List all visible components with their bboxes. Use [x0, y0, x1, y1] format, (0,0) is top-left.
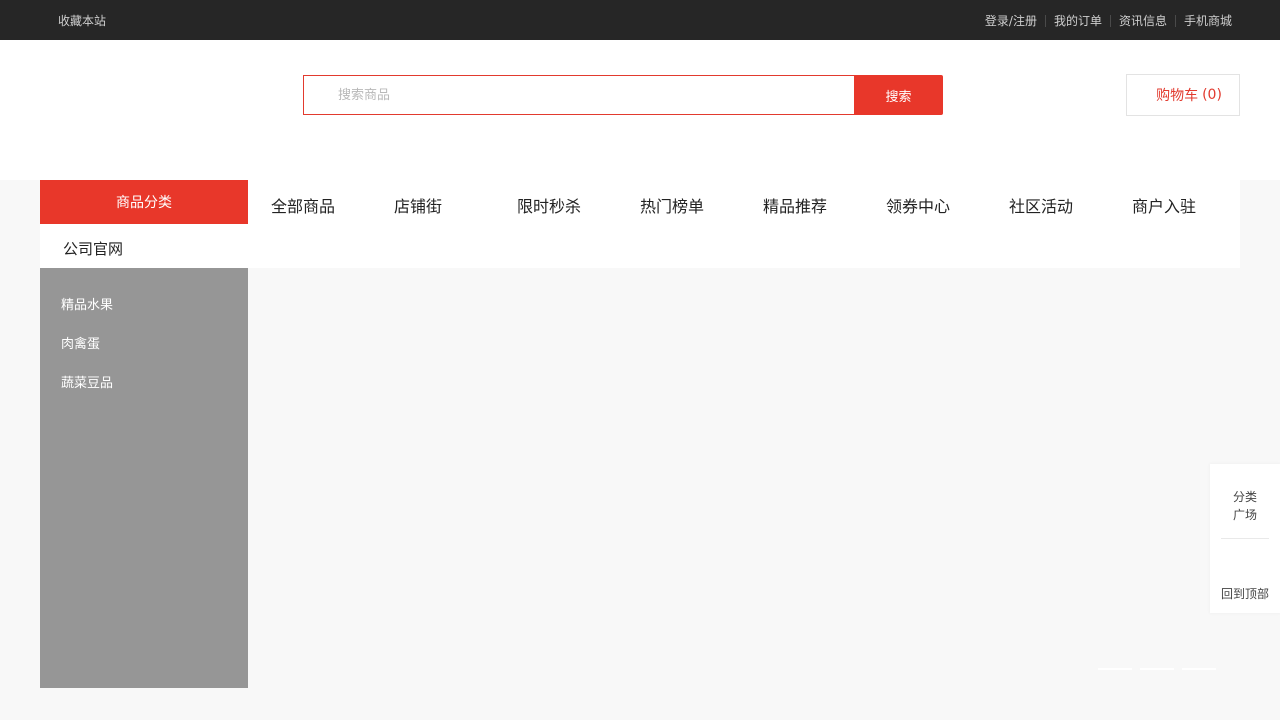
sidebar-item-fruit[interactable]: 精品水果 [61, 294, 113, 313]
top-links: 登录/注册 我的订单 资讯信息 手机商城 [985, 12, 1232, 29]
link-divider [1044, 14, 1046, 27]
header: 搜索 购物车 (0) [0, 40, 1280, 180]
my-orders-link[interactable]: 我的订单 [1054, 12, 1102, 29]
login-register-link[interactable]: 登录/注册 [985, 12, 1037, 29]
carousel-indicators [1098, 668, 1224, 670]
nav-item-coupon-center[interactable]: 领券中心 [886, 193, 1009, 217]
cart-button[interactable]: 购物车 (0) [1126, 74, 1240, 116]
nav-item-flash-sale[interactable]: 限时秒杀 [517, 193, 640, 217]
right-toolbar: 分类 广场 回到顶部 [1210, 464, 1280, 613]
nav-items: 全部商品 店铺街 限时秒杀 热门榜单 精品推荐 领券中心 社区活动 商户入驻 [271, 193, 1255, 217]
nav-item-store-street[interactable]: 店铺街 [394, 193, 517, 217]
nav-item-hot-list[interactable]: 热门榜单 [640, 193, 763, 217]
back-to-top-button[interactable]: 回到顶部 [1210, 585, 1280, 602]
news-link[interactable]: 资讯信息 [1119, 12, 1167, 29]
sidebar-item-vegetables[interactable]: 蔬菜豆品 [61, 372, 113, 391]
carousel-dot[interactable] [1140, 668, 1174, 670]
nav-item-community[interactable]: 社区活动 [1009, 193, 1132, 217]
cart-label: 购物车 [1156, 88, 1199, 104]
search-button[interactable]: 搜索 [854, 75, 943, 115]
top-bar: 收藏本站 登录/注册 我的订单 资讯信息 手机商城 [0, 0, 1280, 40]
main-nav: 商品分类 公司官网 全部商品 店铺街 限时秒杀 热门榜单 精品推荐 领券中心 社… [40, 180, 1240, 268]
mobile-store-link[interactable]: 手机商城 [1184, 12, 1232, 29]
category-button[interactable]: 商品分类 [40, 180, 248, 224]
search-bar: 搜索 [303, 75, 943, 115]
sidebar-item-meat-eggs[interactable]: 肉禽蛋 [61, 333, 100, 352]
carousel-dot[interactable] [1098, 668, 1132, 670]
link-divider [1174, 14, 1176, 27]
category-square-label-1: 分类 [1232, 490, 1257, 504]
category-square-label-2: 广场 [1232, 508, 1257, 522]
toolbar-divider [1221, 538, 1269, 539]
category-square-button[interactable]: 分类 广场 [1210, 488, 1280, 524]
bookmark-site-link[interactable]: 收藏本站 [58, 12, 106, 29]
nav-item-merchant-join[interactable]: 商户入驻 [1132, 193, 1255, 217]
nav-item-all-products[interactable]: 全部商品 [271, 193, 394, 217]
official-site-link[interactable]: 公司官网 [63, 238, 123, 259]
carousel-dot[interactable] [1182, 668, 1216, 670]
search-input[interactable] [303, 75, 854, 115]
category-sidebar: 精品水果 肉禽蛋 蔬菜豆品 [40, 268, 248, 688]
cart-count: (0) [1202, 87, 1222, 103]
link-divider [1109, 14, 1111, 27]
nav-item-featured[interactable]: 精品推荐 [763, 193, 886, 217]
